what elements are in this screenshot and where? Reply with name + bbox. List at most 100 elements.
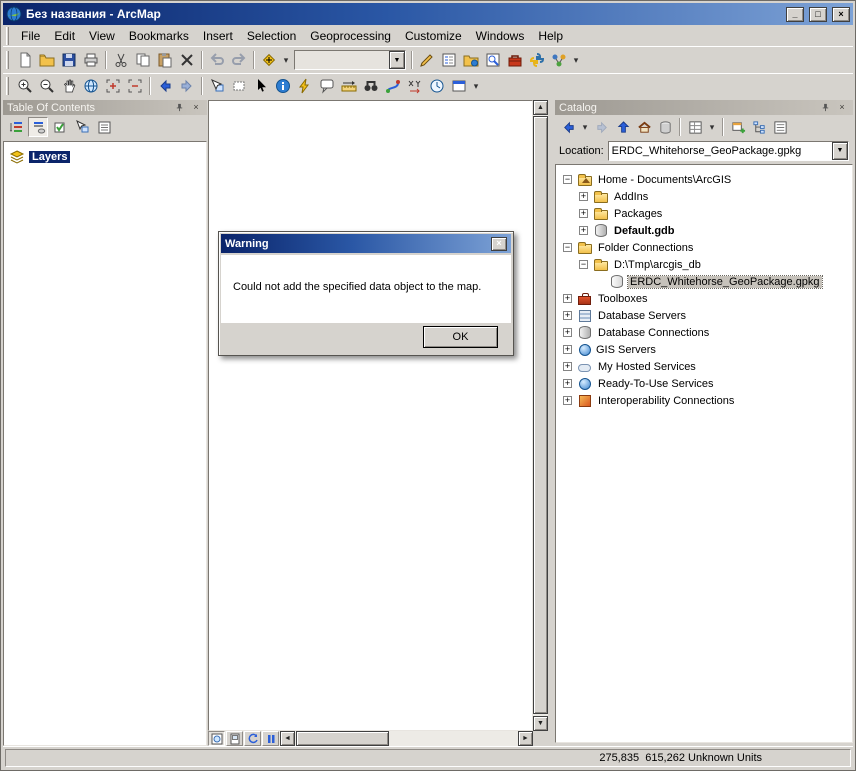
list-by-selection-button[interactable]	[72, 117, 92, 137]
tree-node-packages[interactable]: + Packages	[558, 205, 850, 222]
tree-node-toolboxes[interactable]: + Toolboxes	[558, 290, 850, 307]
tree-node-folder-connections[interactable]: − Folder Connections	[558, 239, 850, 256]
location-combobox[interactable]: ERDC_Whitehorse_GeoPackage.gpkg ▼	[608, 141, 849, 161]
editor-toolbar-button[interactable]	[416, 49, 438, 71]
map-canvas[interactable]	[208, 100, 533, 731]
add-data-button[interactable]	[258, 49, 280, 71]
list-by-visibility-button[interactable]	[50, 117, 70, 137]
identify-button[interactable]	[272, 75, 294, 97]
menubar-grip[interactable]	[6, 27, 9, 45]
create-viewer-window-button[interactable]	[448, 75, 470, 97]
expand-icon[interactable]: +	[579, 209, 588, 218]
delete-button[interactable]	[176, 49, 198, 71]
ok-button[interactable]: OK	[423, 326, 498, 348]
select-features-button[interactable]	[206, 75, 228, 97]
toc-layers-node[interactable]: Layers	[9, 148, 201, 165]
go-to-xy-button[interactable]	[404, 75, 426, 97]
window-titlebar[interactable]: Без названия - ArcMap _ □ ×	[3, 3, 853, 25]
python-window-button[interactable]	[526, 49, 548, 71]
paste-button[interactable]	[154, 49, 176, 71]
pin-icon[interactable]	[172, 102, 186, 114]
dialog-close-button[interactable]: ×	[491, 237, 507, 251]
expand-icon[interactable]: +	[579, 226, 588, 235]
close-icon[interactable]: ×	[835, 102, 849, 114]
zoom-out-button[interactable]	[36, 75, 58, 97]
tree-node-interoperability-connections[interactable]: + Interoperability Connections	[558, 392, 850, 409]
search-window-button[interactable]	[482, 49, 504, 71]
catalog-panel-header[interactable]: Catalog ×	[555, 100, 853, 115]
menu-insert[interactable]: Insert	[196, 26, 240, 46]
expand-icon[interactable]: +	[579, 192, 588, 201]
zoom-in-button[interactable]	[14, 75, 36, 97]
scroll-right-button[interactable]: ►	[518, 731, 533, 746]
data-view-button[interactable]	[208, 731, 225, 746]
pin-icon[interactable]	[818, 102, 832, 114]
find-button[interactable]	[360, 75, 382, 97]
tree-node-database-servers[interactable]: + Database Servers	[558, 307, 850, 324]
catalog-window-button[interactable]	[460, 49, 482, 71]
menu-geoprocessing[interactable]: Geoprocessing	[303, 26, 398, 46]
scroll-left-button[interactable]: ◄	[280, 731, 295, 746]
menu-selection[interactable]: Selection	[240, 26, 303, 46]
vertical-scroll-thumb[interactable]	[533, 116, 548, 714]
tree-node-default-gdb[interactable]: + Default.gdb	[558, 222, 850, 239]
select-elements-button[interactable]	[250, 75, 272, 97]
tree-node-my-hosted-services[interactable]: + My Hosted Services	[558, 358, 850, 375]
expand-icon[interactable]: +	[563, 311, 572, 320]
expand-icon[interactable]: +	[563, 396, 572, 405]
layers-label[interactable]: Layers	[29, 151, 70, 163]
forward-extent-button[interactable]	[176, 75, 198, 97]
pan-button[interactable]	[58, 75, 80, 97]
tree-node-home-arcgis[interactable]: − Home - Documents\ArcGIS	[558, 171, 850, 188]
map-scale-combobox[interactable]: ▼	[294, 50, 406, 70]
maximize-button[interactable]: □	[809, 7, 827, 22]
map-vertical-scrollbar[interactable]: ▲ ▼	[533, 100, 548, 731]
cut-button[interactable]	[110, 49, 132, 71]
collapse-icon[interactable]: −	[563, 243, 572, 252]
location-dropdown-button[interactable]: ▼	[832, 142, 848, 160]
add-item-button[interactable]	[728, 117, 748, 137]
toolbar-grip[interactable]	[6, 51, 9, 69]
menu-help[interactable]: Help	[531, 26, 570, 46]
measure-button[interactable]	[338, 75, 360, 97]
html-popup-button[interactable]	[316, 75, 338, 97]
undo-button[interactable]	[206, 49, 228, 71]
table-of-contents-window-button[interactable]	[438, 49, 460, 71]
arctoolbox-button[interactable]	[504, 49, 526, 71]
full-extent-button[interactable]	[80, 75, 102, 97]
up-one-level-button[interactable]	[613, 117, 633, 137]
scale-dropdown-button[interactable]: ▼	[389, 51, 405, 69]
contents-view-dropdown[interactable]: ▾	[706, 116, 718, 138]
catalog-forward-button[interactable]	[592, 117, 612, 137]
list-by-source-button[interactable]	[28, 117, 48, 137]
toolbar-options-dropdown[interactable]: ▾	[570, 49, 582, 71]
toc-options-button[interactable]	[94, 117, 114, 137]
go-to-default-geodatabase-button[interactable]	[655, 117, 675, 137]
contents-view-button[interactable]	[685, 117, 705, 137]
find-route-button[interactable]	[382, 75, 404, 97]
expand-icon[interactable]: +	[563, 379, 572, 388]
horizontal-scroll-thumb[interactable]	[296, 731, 389, 746]
scroll-down-button[interactable]: ▼	[533, 716, 548, 731]
menu-view[interactable]: View	[82, 26, 122, 46]
modelbuilder-button[interactable]	[548, 49, 570, 71]
expand-icon[interactable]: +	[563, 294, 572, 303]
catalog-back-dropdown[interactable]: ▾	[579, 116, 591, 138]
save-button[interactable]	[58, 49, 80, 71]
back-extent-button[interactable]	[154, 75, 176, 97]
expand-icon[interactable]: +	[563, 345, 572, 354]
catalog-back-button[interactable]	[558, 117, 578, 137]
tree-node-geopackage[interactable]: ERDC_Whitehorse_GeoPackage.gpkg	[558, 273, 850, 290]
add-data-dropdown[interactable]: ▾	[280, 49, 292, 71]
horizontal-scroll-track[interactable]	[296, 731, 517, 746]
open-button[interactable]	[36, 49, 58, 71]
redo-button[interactable]	[228, 49, 250, 71]
print-button[interactable]	[80, 49, 102, 71]
collapse-icon[interactable]: −	[579, 260, 588, 269]
tree-node-arcgis-db-folder[interactable]: − D:\Tmp\arcgis_db	[558, 256, 850, 273]
catalog-options-button[interactable]	[770, 117, 790, 137]
clear-selection-button[interactable]	[228, 75, 250, 97]
minimize-button[interactable]: _	[786, 7, 804, 22]
expand-icon[interactable]: +	[563, 328, 572, 337]
menu-windows[interactable]: Windows	[469, 26, 532, 46]
